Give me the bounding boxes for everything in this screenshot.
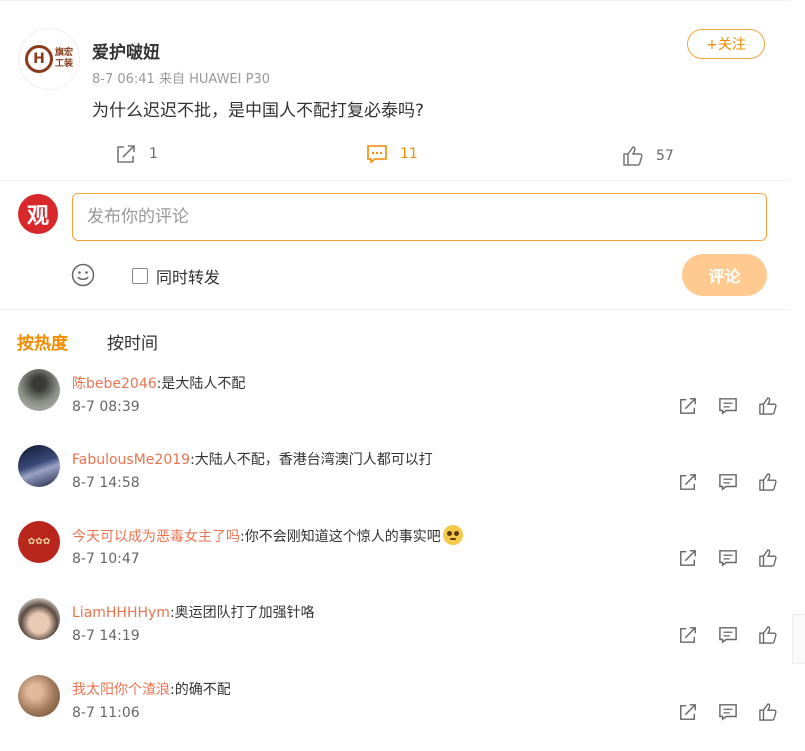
comment-item: 陈bebe2046:是大陆人不配 8-7 08:39 bbox=[0, 369, 790, 445]
comment-actions bbox=[668, 626, 788, 644]
comment-like-button[interactable] bbox=[748, 397, 788, 415]
comment-text-line: 陈bebe2046:是大陆人不配 bbox=[72, 373, 245, 393]
comment-input[interactable] bbox=[72, 193, 767, 241]
tab-sort-time[interactable]: 按时间 bbox=[107, 329, 158, 354]
comment-text-line: LiamHHHHym:奥运团队打了加强针咯 bbox=[72, 602, 315, 622]
comment-text: :奥运团队打了加强针咯 bbox=[169, 605, 315, 621]
commenter-name[interactable]: 我太阳你个渣浪 bbox=[72, 682, 170, 698]
repost-checkbox-label: 同时转发 bbox=[156, 268, 221, 287]
repost-icon bbox=[117, 145, 135, 163]
repost-icon bbox=[680, 704, 696, 720]
tab-sort-hot[interactable]: 按热度 bbox=[17, 329, 68, 354]
comment-like-button[interactable] bbox=[748, 549, 788, 567]
like-button[interactable]: 57 bbox=[622, 146, 674, 166]
comment-actions bbox=[668, 549, 788, 567]
comment-text-line: FabulousMe2019:大陆人不配，香港台湾澳门人都可以打 bbox=[72, 449, 433, 469]
brand-logo-icon: H bbox=[24, 45, 53, 73]
commenter-avatar[interactable] bbox=[18, 369, 60, 411]
comment-icon bbox=[719, 398, 737, 415]
my-avatar[interactable]: 观 bbox=[18, 194, 58, 234]
brand-logo-text: 旗宏 工装 bbox=[55, 48, 73, 70]
repost-count: 1 bbox=[149, 146, 158, 162]
commenter-name[interactable]: FabulousMe2019 bbox=[72, 452, 190, 468]
repost-icon bbox=[680, 550, 696, 566]
side-panel-edge bbox=[792, 614, 805, 664]
commenter-name[interactable]: 今天可以成为恶毒女主了吗 bbox=[72, 529, 240, 545]
comment-icon bbox=[367, 145, 387, 164]
comment-button[interactable]: 11 bbox=[366, 144, 418, 164]
comment-item: ✿✿✿ 今天可以成为恶毒女主了吗:你不会刚知道这个惊人的事实吧 8-7 10:4… bbox=[0, 521, 790, 597]
commenter-name[interactable]: 陈bebe2046 bbox=[72, 376, 157, 392]
like-icon bbox=[759, 703, 777, 721]
like-icon bbox=[759, 473, 777, 491]
logo-text-bottom: 工装 bbox=[54, 59, 73, 69]
comment-text: :你不会刚知道这个惊人的事实吧 bbox=[240, 529, 441, 545]
commenter-avatar[interactable]: ✿✿✿ bbox=[18, 521, 60, 563]
post-text: 为什么迟迟不批，是中国人不配打复必泰吗? bbox=[92, 101, 425, 121]
comment-actions bbox=[668, 703, 788, 721]
comment-time: 8-7 11:06 bbox=[72, 705, 140, 721]
pleading-face-emoji-icon bbox=[442, 525, 463, 545]
checkbox-icon[interactable] bbox=[132, 268, 148, 284]
commenter-avatar[interactable] bbox=[18, 598, 60, 640]
comment-time: 8-7 14:19 bbox=[72, 628, 140, 644]
commenter-name[interactable]: LiamHHHHym bbox=[72, 605, 170, 621]
repost-button[interactable]: 1 bbox=[115, 144, 158, 164]
emoji-icon bbox=[71, 263, 95, 287]
comment-text-line: 我太阳你个渣浪:的确不配 bbox=[72, 679, 231, 699]
divider bbox=[0, 180, 790, 181]
comment-count: 11 bbox=[400, 146, 418, 162]
divider bbox=[0, 309, 790, 310]
comment-reply-button[interactable] bbox=[708, 549, 748, 567]
comment-time: 8-7 14:58 bbox=[72, 475, 140, 491]
like-count: 57 bbox=[656, 148, 674, 164]
repost-checkbox[interactable]: 同时转发 bbox=[132, 264, 220, 288]
comment-actions bbox=[668, 473, 788, 491]
comment-icon bbox=[719, 474, 737, 491]
comment-repost-button[interactable] bbox=[668, 473, 708, 491]
repost-icon bbox=[680, 474, 696, 490]
comment-reply-button[interactable] bbox=[708, 473, 748, 491]
post-author-avatar[interactable]: H 旗宏 工装 bbox=[18, 28, 80, 90]
comment-icon bbox=[719, 550, 737, 567]
comment-reply-button[interactable] bbox=[708, 626, 748, 644]
comment-repost-button[interactable] bbox=[668, 549, 708, 567]
comment-item: LiamHHHHym:奥运团队打了加强针咯 8-7 14:19 bbox=[0, 598, 790, 674]
comment-reply-button[interactable] bbox=[708, 397, 748, 415]
follow-button[interactable]: +关注 bbox=[687, 29, 765, 59]
post-author-name[interactable]: 爱护啵妞 bbox=[92, 38, 160, 63]
repost-icon bbox=[680, 398, 696, 414]
comment-time: 8-7 08:39 bbox=[72, 399, 140, 415]
comment-repost-button[interactable] bbox=[668, 703, 708, 721]
comment-like-button[interactable] bbox=[748, 473, 788, 491]
commenter-avatar[interactable] bbox=[18, 675, 60, 717]
comment-repost-button[interactable] bbox=[668, 626, 708, 644]
comment-text: :是大陆人不配 bbox=[156, 376, 246, 392]
submit-comment-button[interactable]: 评论 bbox=[682, 254, 767, 296]
comment-repost-button[interactable] bbox=[668, 397, 708, 415]
comment-item: FabulousMe2019:大陆人不配，香港台湾澳门人都可以打 8-7 14:… bbox=[0, 445, 790, 521]
commenter-avatar[interactable] bbox=[18, 445, 60, 487]
comment-like-button[interactable] bbox=[748, 626, 788, 644]
like-icon bbox=[759, 626, 777, 644]
comment-icon bbox=[719, 627, 737, 644]
like-icon bbox=[623, 146, 643, 166]
post-meta: 8-7 06:41 来自 HUAWEI P30 bbox=[92, 72, 270, 87]
logo-text-top: 旗宏 bbox=[54, 48, 73, 58]
divider bbox=[0, 0, 790, 1]
comment-time: 8-7 10:47 bbox=[72, 551, 140, 567]
comment-icon bbox=[719, 704, 737, 721]
comment-text-line: 今天可以成为恶毒女主了吗:你不会刚知道这个惊人的事实吧 bbox=[72, 525, 463, 546]
emoji-button[interactable] bbox=[71, 263, 95, 291]
comment-reply-button[interactable] bbox=[708, 703, 748, 721]
comment-text: :大陆人不配，香港台湾澳门人都可以打 bbox=[190, 452, 433, 468]
comment-like-button[interactable] bbox=[748, 703, 788, 721]
like-icon bbox=[759, 549, 777, 567]
repost-icon bbox=[680, 627, 696, 643]
like-icon bbox=[759, 397, 777, 415]
comment-actions bbox=[668, 397, 788, 415]
comment-text: :的确不配 bbox=[170, 682, 231, 698]
